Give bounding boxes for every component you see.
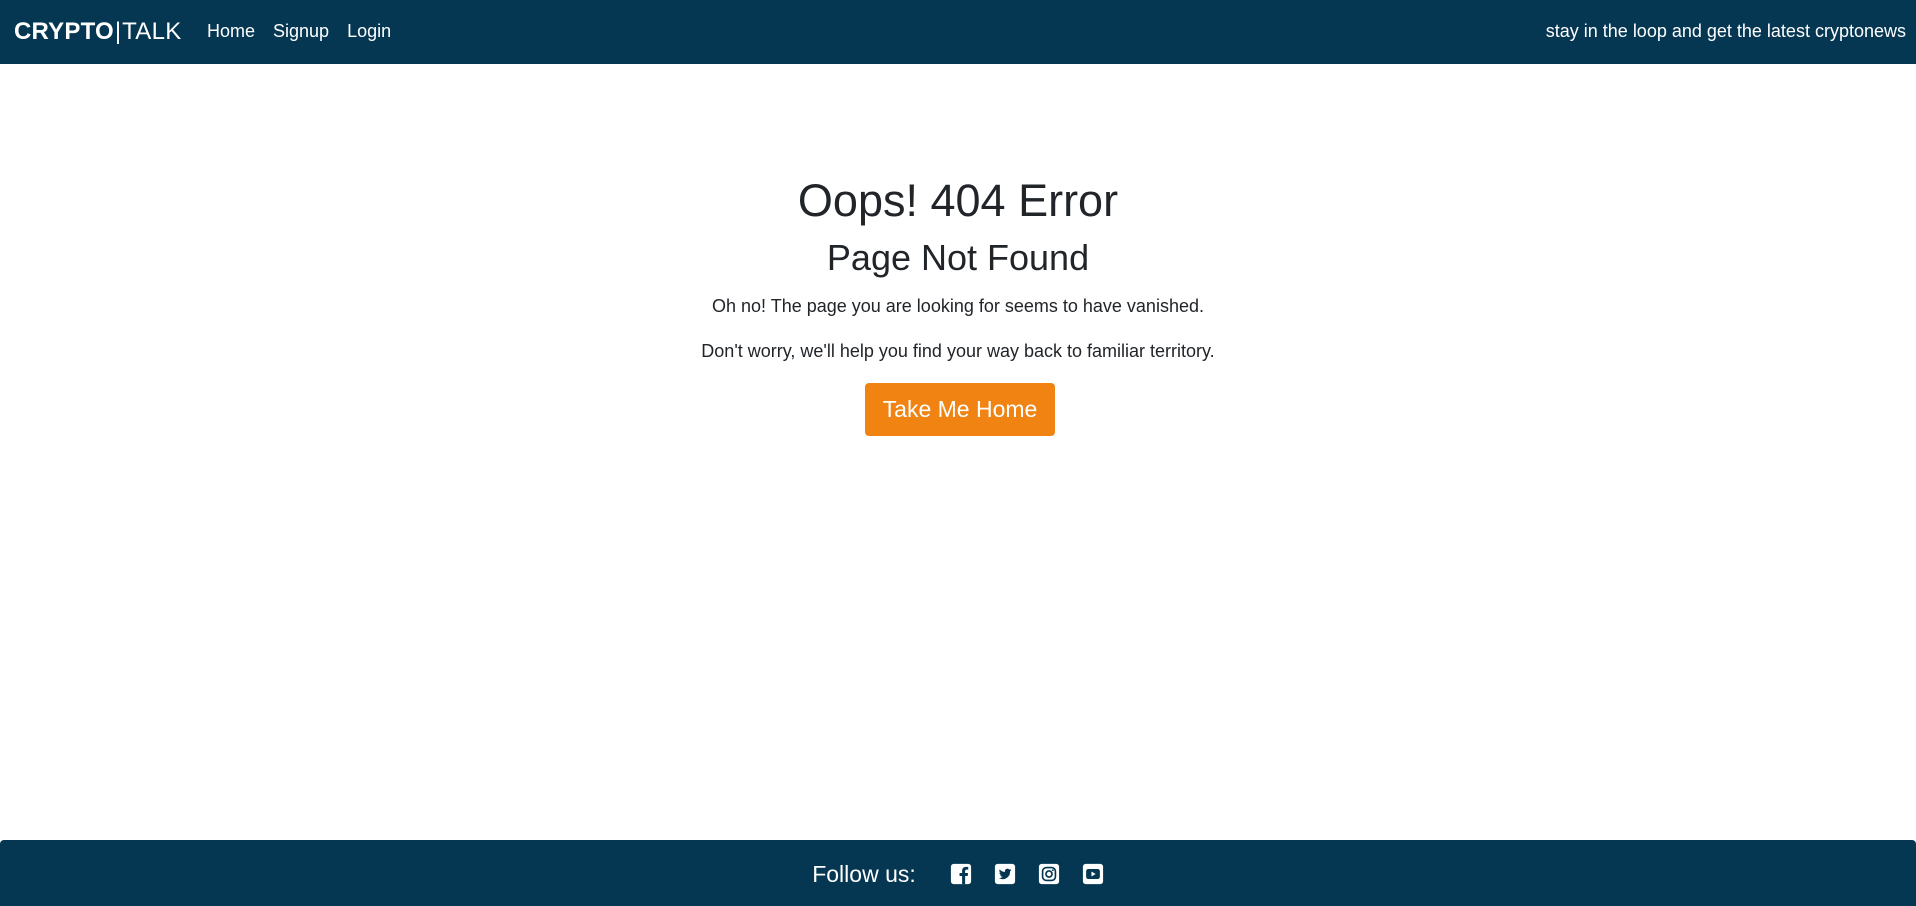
facebook-icon[interactable] xyxy=(950,863,972,885)
nav-link-home[interactable]: Home xyxy=(207,20,255,42)
brand-separator: | xyxy=(114,18,122,45)
nav-link-signup[interactable]: Signup xyxy=(273,20,329,42)
error-message: Oh no! The page you are looking for seem… xyxy=(712,296,1204,316)
error-subtitle: Page Not Found xyxy=(826,237,1090,278)
navbar-tagline: stay in the loop and get the latest cryp… xyxy=(1545,21,1906,41)
social-follow-row: Follow us: xyxy=(0,860,1916,888)
error-title: Oops! 404 Error xyxy=(797,175,1119,226)
instagram-icon[interactable] xyxy=(1038,863,1060,885)
twitter-icon[interactable] xyxy=(994,863,1016,885)
follow-us-label: Follow us: xyxy=(812,861,916,887)
brand-name-bold: CRYPTO xyxy=(14,18,114,45)
brand-logo[interactable]: CRYPTO|TALK xyxy=(14,18,182,46)
footer: Follow us: xyxy=(0,840,1916,906)
nav-link-login[interactable]: Login xyxy=(347,20,391,42)
error-content: Oops! 404 Error Page Not Found Oh no! Th… xyxy=(0,64,1916,840)
nav-links: Home Signup Login xyxy=(207,20,409,42)
brand-name-light: TALK xyxy=(122,18,182,45)
top-navbar: CRYPTO|TALK Home Signup Login stay in th… xyxy=(0,0,1916,64)
error-help-message: Don't worry, we'll help you find your wa… xyxy=(701,341,1215,361)
take-me-home-button[interactable]: Take Me Home xyxy=(865,383,1055,436)
youtube-icon[interactable] xyxy=(1082,863,1104,885)
